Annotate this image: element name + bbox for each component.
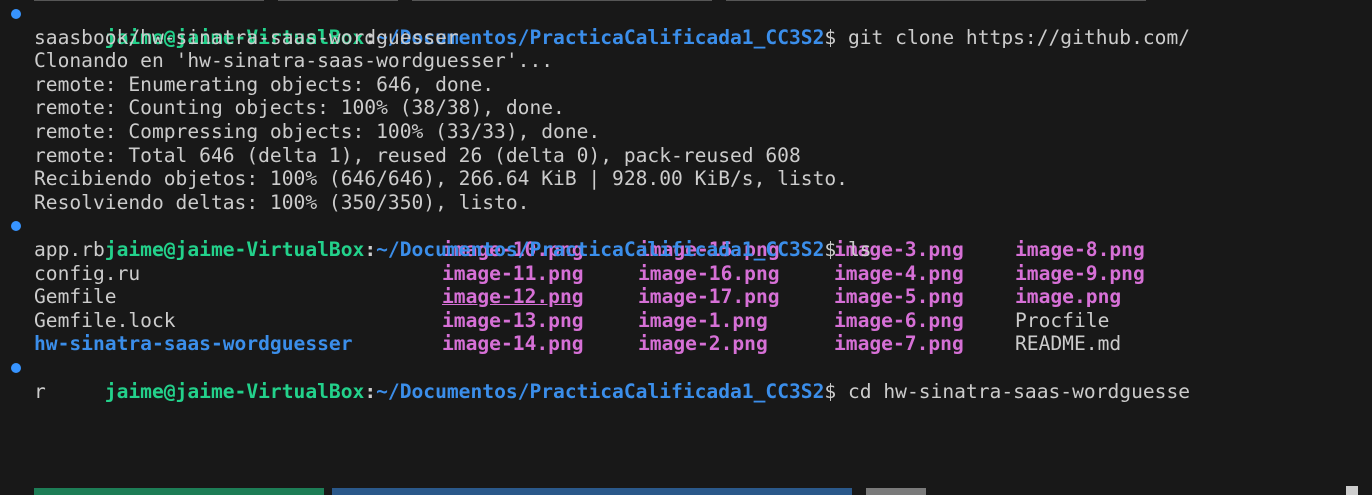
ls-entry: image-2.png: [638, 332, 768, 356]
ls-entry: image-6.png: [834, 308, 964, 332]
output-line: Recibiendo objetos: 100% (646/646), 266.…: [34, 167, 848, 191]
ls-entry: image-1.png: [638, 308, 768, 332]
prompt-path: ~/Documentos/PracticaCalificada1_CC3S2: [376, 237, 825, 261]
ls-row: Gemfile image-12.png image-17.png image-…: [0, 285, 1372, 309]
output-line: remote: Compressing objects: 100% (33/33…: [34, 119, 601, 143]
ls-entry: image-13.png: [442, 308, 584, 332]
output-line: remote: Total 646 (delta 1), reused 26 (…: [34, 143, 801, 167]
ls-entry: image-8.png: [1015, 237, 1145, 261]
ls-row: hw-sinatra-saas-wordguesser image-14.png…: [0, 332, 1372, 356]
clipped-next-prompt-line: [34, 486, 1372, 495]
ls-entry: config.ru: [34, 261, 141, 285]
output-line: remote: Enumerating objects: 646, done.: [34, 72, 495, 96]
command-wrap-line: saasbook/hw-sinatra-saas-wordguesser: [34, 25, 459, 49]
command-text: ls: [836, 237, 872, 261]
ls-entry: image.png: [1015, 285, 1122, 309]
ls-entry: image-16.png: [638, 261, 780, 285]
ls-entry: image-7.png: [834, 332, 964, 356]
ls-entry: image-5.png: [834, 285, 964, 309]
ls-entry: Gemfile.lock: [34, 308, 176, 332]
ls-entry: image-17.png: [638, 285, 780, 309]
prompt-colon: :: [364, 237, 377, 261]
prompt-symbol: $: [824, 237, 837, 261]
prompt-line: jaime@jaime-VirtualBox:~/Documentos/Prac…: [0, 2, 1372, 49]
ls-entry: image-14.png: [442, 332, 584, 356]
ls-row: config.ru image-11.png image-16.png imag…: [0, 262, 1372, 286]
ls-entry: README.md: [1015, 332, 1122, 356]
ls-entry-hovered-link[interactable]: image-12.png: [442, 285, 584, 308]
ls-entry-directory: hw-sinatra-saas-wordguesser: [34, 332, 353, 356]
ls-row: Gemfile.lock image-13.png image-1.png im…: [0, 309, 1372, 333]
output-line: Resolviendo deltas: 100% (350/350), list…: [34, 190, 530, 214]
terminal-cursor: [1346, 486, 1358, 495]
command-wrap-line: r: [34, 379, 46, 403]
prompt-line: jaime@jaime-VirtualBox:~/Documentos/Prac…: [0, 214, 1372, 261]
command-decoration-dot-icon[interactable]: [11, 362, 21, 373]
ls-entry: Gemfile: [34, 285, 117, 309]
ls-entry: image-4.png: [834, 261, 964, 285]
clipped-previous-line: [34, 0, 1334, 1]
ls-entry: image-11.png: [442, 261, 584, 285]
ls-entry: Procfile: [1015, 308, 1110, 332]
terminal-panel[interactable]: jaime@jaime-VirtualBox:~/Documentos/Prac…: [0, 0, 1372, 495]
command-decoration-dot-icon[interactable]: [11, 221, 21, 232]
terminal-output: jaime@jaime-VirtualBox:~/Documentos/Prac…: [0, 2, 1372, 403]
prompt-user-host: jaime@jaime-VirtualBox: [104, 237, 365, 261]
ls-entry: image-9.png: [1015, 261, 1145, 285]
prompt-line: jaime@jaime-VirtualBox:~/Documentos/Prac…: [0, 356, 1372, 403]
output-line: remote: Counting objects: 100% (38/38), …: [34, 96, 565, 120]
output-line: Clonando en 'hw-sinatra-saas-wordguesser…: [34, 49, 554, 73]
command-decoration-dot-icon[interactable]: [11, 9, 21, 19]
